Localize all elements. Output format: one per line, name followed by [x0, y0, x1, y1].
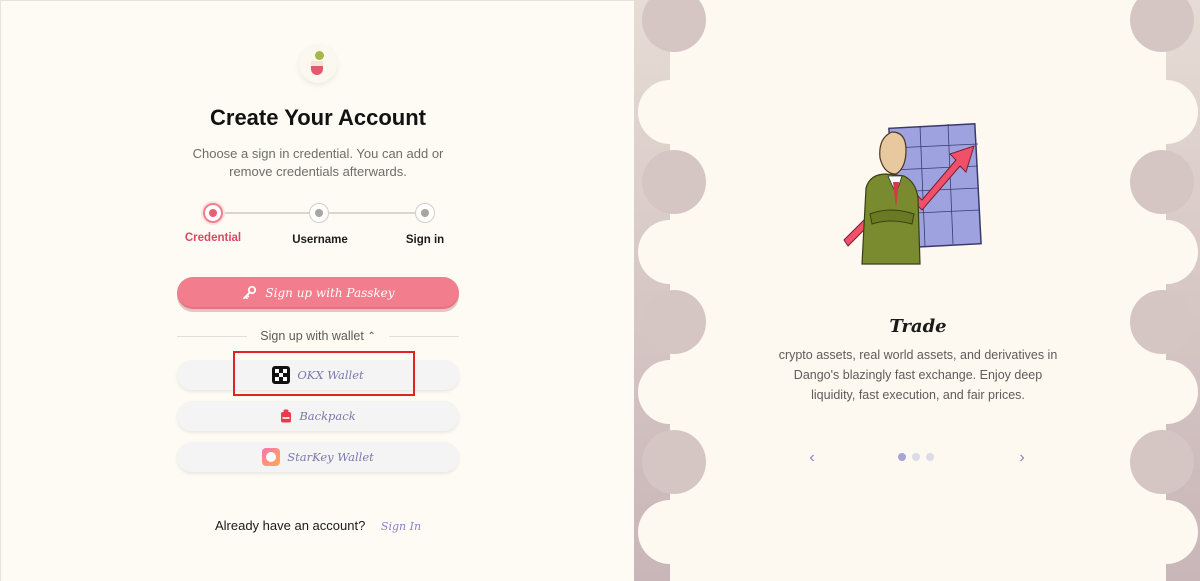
carousel-dot[interactable]	[926, 453, 934, 461]
backpack-wallet-label: Backpack	[299, 409, 356, 423]
wallet-toggle[interactable]: Sign up with wallet ⌃	[177, 329, 459, 343]
key-icon	[243, 285, 257, 300]
wallet-toggle-label: Sign up with wallet	[260, 329, 364, 343]
card-wave-edge	[642, 150, 706, 214]
backpack-icon	[281, 409, 292, 423]
card-wave-edge	[638, 500, 702, 564]
card-wave-edge	[1134, 80, 1198, 144]
chevron-left-icon[interactable]: ‹	[802, 448, 822, 468]
okx-highlight-box	[233, 351, 415, 396]
card-wave-edge	[1130, 150, 1194, 214]
step-connector	[329, 212, 415, 214]
step-username-dot	[309, 203, 329, 223]
card-wave-edge	[638, 220, 702, 284]
carousel-title: Trade	[889, 316, 947, 337]
card-wave-edge	[642, 430, 706, 494]
step-credential-label: Credential	[184, 232, 242, 244]
signup-stepper: Credential Username Sign in	[177, 201, 459, 251]
step-credential-dot	[203, 203, 223, 223]
signin-link[interactable]: Sign In	[381, 520, 421, 533]
signin-prompt: Already have an account? Sign In	[1, 518, 635, 533]
step-signin-label: Sign in	[405, 234, 445, 246]
passkey-signup-button[interactable]: Sign up with Passkey	[177, 277, 459, 309]
passkey-signup-label: Sign up with Passkey	[265, 286, 395, 300]
starkey-wallet-label: StarKey Wallet	[287, 450, 374, 464]
card-wave-edge	[638, 80, 702, 144]
trader-illustration-icon	[843, 123, 982, 265]
chevron-right-icon[interactable]: ›	[1012, 448, 1032, 468]
card-wave-edge	[1130, 430, 1194, 494]
card-wave-edge	[1134, 360, 1198, 424]
step-signin-dot	[415, 203, 435, 223]
carousel-text: crypto assets, real world assets, and de…	[778, 348, 1058, 402]
carousel-dot[interactable]	[912, 453, 920, 461]
page-title: Create Your Account	[210, 105, 426, 130]
card-wave-edge	[1134, 500, 1198, 564]
step-username-label: Username	[292, 234, 348, 246]
page-subtitle: Choose a sign in credential. You can add…	[192, 146, 444, 179]
chevron-up-icon: ⌃	[367, 331, 376, 342]
dango-logo	[299, 45, 337, 83]
wallet-divider: Sign up with wallet ⌃	[177, 327, 459, 347]
backpack-wallet-button[interactable]: Backpack	[177, 401, 459, 431]
carousel-card	[670, 0, 1166, 581]
step-connector	[223, 212, 309, 214]
auth-panel: Create Your Account Choose a sign in cre…	[0, 0, 634, 581]
card-wave-edge	[638, 360, 702, 424]
have-account-text: Already have an account?	[214, 518, 366, 533]
starkey-icon	[262, 448, 281, 466]
carousel-dot[interactable]	[898, 453, 906, 461]
carousel-indicators	[898, 453, 934, 461]
card-wave-edge	[1134, 220, 1198, 284]
starkey-wallet-button[interactable]: StarKey Wallet	[177, 442, 459, 472]
